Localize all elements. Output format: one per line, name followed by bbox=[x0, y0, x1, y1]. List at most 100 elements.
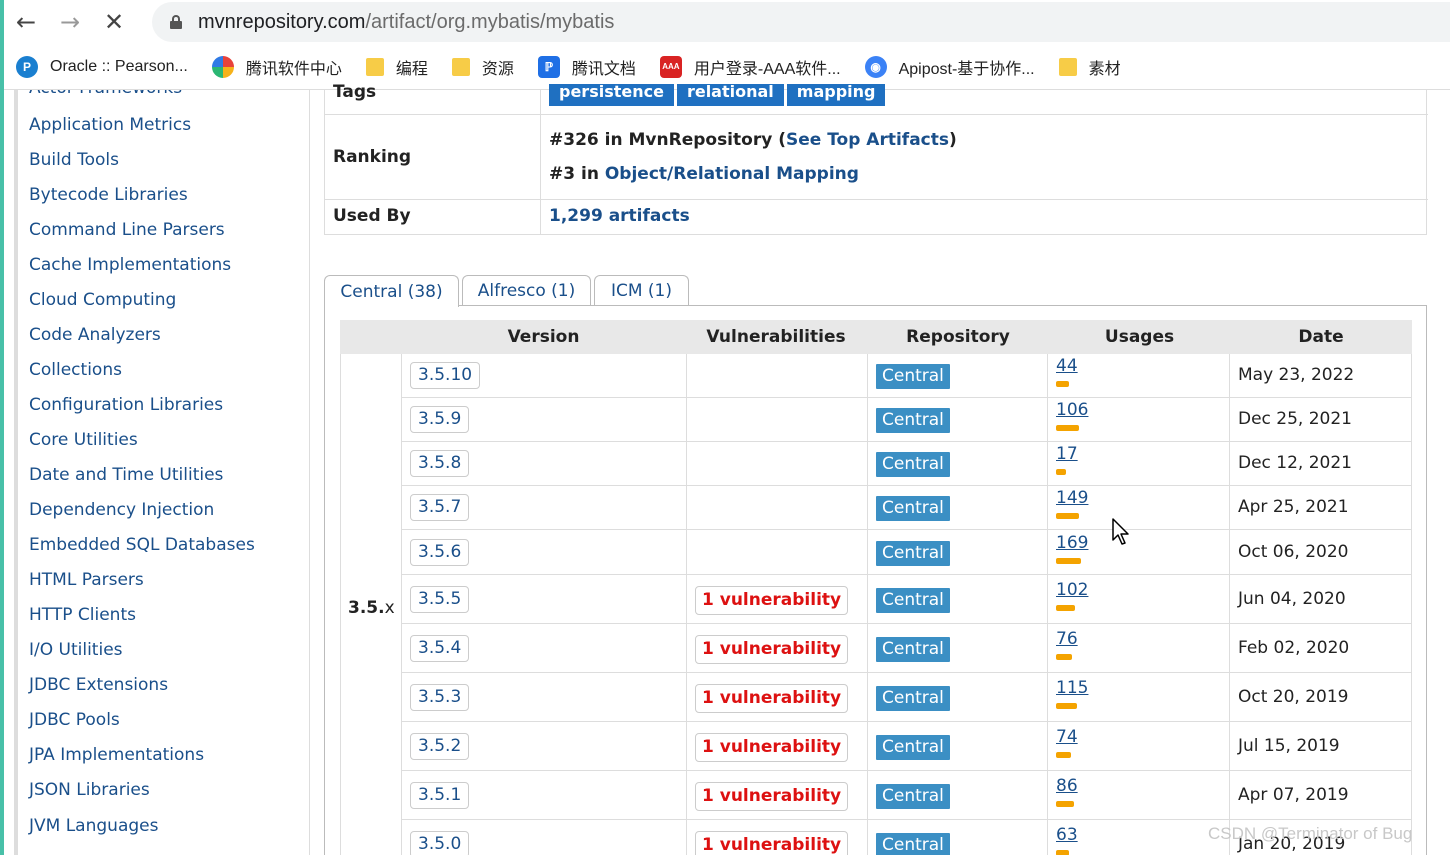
bookmark-apipost[interactable]: ◉ Apipost-基于协作... bbox=[864, 55, 1035, 79]
used-by-artifacts-link[interactable]: 1,299 artifacts bbox=[549, 206, 690, 226]
sidebar-item-command-line-parsers[interactable]: Command Line Parsers bbox=[29, 220, 225, 240]
repository-badge[interactable]: Central bbox=[876, 734, 950, 760]
column-divider bbox=[1047, 624, 1048, 673]
ranking-text: #3 in bbox=[549, 164, 605, 184]
repository-badge[interactable]: Central bbox=[876, 540, 950, 566]
tab-alfresco[interactable]: Alfresco (1) bbox=[462, 275, 591, 306]
column-divider bbox=[686, 820, 687, 855]
usages-link[interactable]: 102 bbox=[1056, 580, 1088, 600]
version-link[interactable]: 3.5.5 bbox=[410, 585, 470, 613]
release-date: Oct 20, 2019 bbox=[1238, 686, 1349, 707]
sidebar-item-embedded-sql-databases[interactable]: Embedded SQL Databases bbox=[29, 535, 255, 555]
tab-central[interactable]: Central (38) bbox=[324, 275, 459, 307]
bookmark-folder-resources[interactable]: 资源 bbox=[451, 55, 514, 79]
vulnerability-badge[interactable]: 1 vulnerability bbox=[695, 830, 849, 855]
repository-badge[interactable]: Central bbox=[876, 685, 950, 711]
usages-link[interactable]: 115 bbox=[1056, 678, 1088, 698]
sidebar-item-actor-frameworks[interactable]: Actor Frameworks bbox=[29, 90, 182, 98]
sidebar-item-jdbc-pools[interactable]: JDBC Pools bbox=[29, 710, 120, 730]
sidebar-item-jpa-implementations[interactable]: JPA Implementations bbox=[29, 745, 204, 765]
see-top-artifacts-link[interactable]: See Top Artifacts bbox=[786, 130, 949, 150]
usages-link[interactable]: 76 bbox=[1056, 629, 1078, 649]
bookmark-oracle[interactable]: P Oracle :: Pearson... bbox=[16, 55, 188, 78]
usage-bar bbox=[1056, 702, 1077, 709]
sidebar-item-bytecode-libraries[interactable]: Bytecode Libraries bbox=[29, 185, 188, 205]
usages-link[interactable]: 63 bbox=[1056, 825, 1078, 845]
sidebar-item-code-analyzers[interactable]: Code Analyzers bbox=[29, 325, 161, 345]
sidebar-item-jdbc-extensions[interactable]: JDBC Extensions bbox=[29, 675, 168, 695]
repository-badge[interactable]: Central bbox=[876, 452, 950, 477]
usages-link[interactable]: 17 bbox=[1056, 444, 1078, 464]
sidebar-item-json-libraries[interactable]: JSON Libraries bbox=[29, 780, 150, 800]
repository-badge[interactable]: Central bbox=[876, 364, 950, 389]
version-link[interactable]: 3.5.0 bbox=[410, 830, 470, 855]
sidebar-item-build-tools[interactable]: Build Tools bbox=[29, 150, 119, 170]
sidebar-item-application-metrics[interactable]: Application Metrics bbox=[29, 115, 191, 135]
vulnerability-badge[interactable]: 1 vulnerability bbox=[695, 732, 849, 762]
column-divider bbox=[1047, 771, 1048, 820]
version-link[interactable]: 3.5.6 bbox=[410, 538, 470, 566]
orm-category-link[interactable]: Object/Relational Mapping bbox=[605, 164, 859, 184]
tag-relational[interactable]: relational bbox=[676, 84, 784, 106]
sidebar-item-jvm-languages[interactable]: JVM Languages bbox=[29, 816, 158, 836]
column-divider bbox=[1047, 442, 1048, 486]
version-link[interactable]: 3.5.1 bbox=[410, 781, 470, 809]
version-link[interactable]: 3.5.9 bbox=[410, 406, 470, 433]
version-link[interactable]: 3.5.4 bbox=[410, 634, 470, 662]
bookmark-folder-programming[interactable]: 编程 bbox=[365, 55, 428, 79]
bookmark-aaa-login[interactable]: AAA 用户登录-AAA软件... bbox=[659, 55, 841, 79]
version-link[interactable]: 3.5.3 bbox=[410, 683, 470, 711]
bookmark-tencent-software[interactable]: 腾讯软件中心 bbox=[211, 55, 342, 79]
url-input[interactable]: mvnrepository.com/artifact/org.mybatis/m… bbox=[152, 2, 1450, 42]
usage-bar bbox=[1056, 513, 1079, 519]
sidebar-item-configuration-libraries[interactable]: Configuration Libraries bbox=[29, 395, 223, 415]
stop-loading-icon[interactable]: ✕ bbox=[92, 0, 136, 44]
column-divider bbox=[686, 442, 687, 486]
sidebar-item-collections[interactable]: Collections bbox=[29, 360, 122, 380]
version-link[interactable]: 3.5.2 bbox=[410, 732, 470, 760]
tencent-docs-icon: ℙ bbox=[537, 55, 560, 78]
repository-badge[interactable]: Central bbox=[876, 587, 950, 613]
usages-link[interactable]: 74 bbox=[1056, 727, 1078, 747]
bookmark-label: Apipost-基于协作... bbox=[898, 60, 1035, 78]
usages-link[interactable]: 86 bbox=[1056, 776, 1078, 796]
usages-link[interactable]: 149 bbox=[1056, 488, 1088, 508]
version-link[interactable]: 3.5.7 bbox=[410, 494, 470, 521]
usages-link[interactable]: 106 bbox=[1056, 400, 1088, 420]
repository-badge[interactable]: Central bbox=[876, 832, 950, 855]
sidebar-item-date-time-utilities[interactable]: Date and Time Utilities bbox=[29, 465, 223, 485]
vulnerability-badge[interactable]: 1 vulnerability bbox=[695, 585, 849, 615]
tag-mapping[interactable]: mapping bbox=[786, 84, 886, 106]
sidebar-item-cache-implementations[interactable]: Cache Implementations bbox=[29, 255, 231, 275]
forward-arrow-icon[interactable]: → bbox=[48, 0, 92, 44]
folder-icon bbox=[451, 57, 470, 76]
bookmark-folder-materials[interactable]: 素材 bbox=[1058, 55, 1121, 79]
tag-persistence[interactable]: persistence bbox=[549, 84, 674, 106]
vulnerability-badge[interactable]: 1 vulnerability bbox=[695, 781, 849, 811]
usage-bar bbox=[1056, 381, 1069, 387]
sidebar-item-core-utilities[interactable]: Core Utilities bbox=[29, 430, 138, 450]
sidebar-item-cloud-computing[interactable]: Cloud Computing bbox=[29, 290, 176, 310]
sidebar-item-http-clients[interactable]: HTTP Clients bbox=[29, 605, 136, 625]
version-link[interactable]: 3.5.10 bbox=[410, 362, 481, 389]
tencent-icon bbox=[211, 55, 234, 78]
vulnerability-badge[interactable]: 1 vulnerability bbox=[695, 634, 849, 664]
version-link[interactable]: 3.5.8 bbox=[410, 450, 470, 477]
sidebar-item-dependency-injection[interactable]: Dependency Injection bbox=[29, 500, 214, 520]
back-arrow-icon[interactable]: ← bbox=[4, 0, 48, 44]
repository-badge[interactable]: Central bbox=[876, 496, 950, 521]
column-divider bbox=[1411, 486, 1412, 530]
repository-badge[interactable]: Central bbox=[876, 636, 950, 662]
sidebar-item-html-parsers[interactable]: HTML Parsers bbox=[29, 570, 144, 590]
repository-badge[interactable]: Central bbox=[876, 783, 950, 809]
sidebar-item-io-utilities[interactable]: I/O Utilities bbox=[29, 640, 123, 660]
usages-link[interactable]: 44 bbox=[1056, 356, 1078, 376]
version-group-suffix: x bbox=[384, 598, 395, 618]
bookmark-tencent-docs[interactable]: ℙ 腾讯文档 bbox=[537, 55, 636, 79]
repository-badge[interactable]: Central bbox=[876, 408, 950, 433]
usages-link[interactable]: 169 bbox=[1056, 533, 1088, 553]
ranking-overall: #326 in MvnRepository (See Top Artifacts… bbox=[549, 130, 957, 150]
vulnerability-badge[interactable]: 1 vulnerability bbox=[695, 683, 849, 713]
column-divider bbox=[1229, 575, 1230, 624]
tab-icm[interactable]: ICM (1) bbox=[594, 275, 689, 306]
